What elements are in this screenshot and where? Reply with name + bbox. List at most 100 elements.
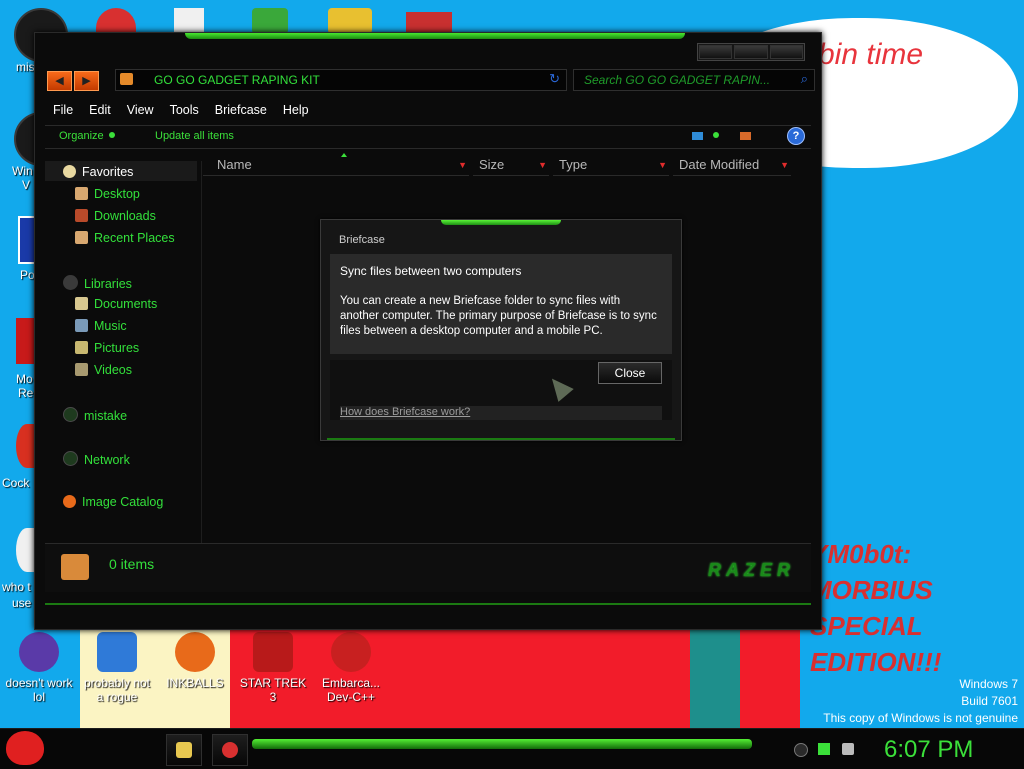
search-icon[interactable]: ⌕ [801,71,808,87]
column-label: Name [217,157,252,172]
taskbar-glow [252,739,752,749]
dialog-bottom-accent [327,438,675,440]
search-box[interactable]: Search GO GO GADGET RAPIN... ⌕ [573,69,815,91]
preview-pane-icon[interactable] [740,132,751,140]
column-date-modified[interactable]: Date Modified ▼ [673,157,791,176]
star-icon [63,165,76,178]
change-view-icon[interactable] [692,132,703,140]
nav-downloads[interactable]: Downloads [75,209,156,223]
menu-briefcase[interactable]: Briefcase [207,99,275,123]
image-catalog-icon [63,495,76,508]
organize-button[interactable]: Organize [59,130,115,142]
column-size[interactable]: Size ▼ [473,157,549,176]
desktop-icon-rogue[interactable]: probably not a rogue [80,632,154,704]
wallpaper-caption-line: YM0b0t: [810,539,912,569]
angry-birds-desktop-icon[interactable] [328,8,372,34]
start-button-angry-bird-icon[interactable] [6,731,44,765]
menu-edit[interactable]: Edit [81,99,119,123]
videos-icon [75,363,88,376]
column-dropdown-icon[interactable]: ▼ [658,160,667,170]
nav-label: Favorites [82,165,134,179]
desktop-icon-label: Po [20,268,35,282]
app-desktop-icon[interactable] [406,12,452,34]
nav-label: Music [94,319,127,333]
item-count: 0 items [109,556,155,572]
desktop-icon [75,187,88,200]
nav-mistake[interactable]: mistake [63,407,127,423]
update-all-button[interactable]: Update all items [155,130,234,142]
nav-desktop[interactable]: Desktop [75,187,140,201]
forward-button[interactable]: ▶ [74,71,99,91]
menu-help[interactable]: Help [275,99,317,123]
action-center-icon[interactable] [794,743,808,757]
wallpaper-caption-line: SPECIAL [810,611,923,641]
clock[interactable]: 6:07 PM [884,736,973,764]
organize-label: Organize [59,130,104,142]
column-headers: Name ▼ Size ▼ Type ▼ Date Modified ▼ [203,155,791,176]
help-icon[interactable]: ? [787,127,805,145]
solitaire-desktop-icon[interactable] [174,8,204,34]
nav-label: Pictures [94,341,140,355]
explorer-icon [176,742,192,758]
dev-cpp-icon [331,632,371,672]
maximize-button[interactable] [734,45,768,59]
window-top-accent [185,33,685,39]
back-button[interactable]: ◀ [47,71,72,91]
shield-desktop-icon[interactable] [252,8,288,34]
nav-libraries[interactable]: Libraries [63,275,132,291]
desktop-icon-devcpp[interactable]: Embarca... Dev-C++ [314,632,388,704]
network-icon [63,451,78,466]
menu-tools[interactable]: Tools [162,99,207,123]
window-controls [697,43,805,61]
menu-view[interactable]: View [119,99,162,123]
view-options-icon[interactable] [713,132,719,138]
close-window-button[interactable] [769,45,803,59]
taskbar-chrome-button[interactable] [212,734,248,766]
refresh-icon[interactable]: ↻ [549,71,560,87]
close-button[interactable]: Close [598,362,662,384]
column-dropdown-icon[interactable]: ▼ [780,160,789,170]
nav-label: Network [84,453,130,467]
desktop-icon-yahoo[interactable]: doesn't work lol [2,632,76,704]
briefcase-folder-icon [61,554,89,580]
nav-pictures[interactable]: Pictures [75,341,139,355]
network-tray-icon[interactable] [818,743,830,755]
homegroup-icon [63,407,78,422]
search-placeholder: Search GO GO GADGET RAPIN... [584,73,771,87]
help-link[interactable]: How does Briefcase work? [340,406,662,420]
desktop-icon-inkballs[interactable]: INKBALLS [158,632,232,690]
settings-gears-icon [97,632,137,672]
nav-videos[interactable]: Videos [75,363,132,377]
nav-network[interactable]: Network [63,451,130,467]
desktop-icon-label: doesn't work lol [5,676,73,704]
menu-file[interactable]: File [45,99,81,123]
column-name[interactable]: Name ▼ [203,157,469,176]
taskbar-explorer-button[interactable] [166,734,202,766]
nav-recent-places[interactable]: Recent Places [75,231,175,245]
column-dropdown-icon[interactable]: ▼ [538,160,547,170]
desktop-icon-label: probably not a rogue [83,676,151,704]
desktop-icon-label: V [22,178,31,192]
nav-favorites[interactable]: Favorites [63,165,133,179]
star-wars-icon [253,632,293,672]
volume-icon[interactable] [842,743,854,755]
minimize-button[interactable] [699,45,733,59]
nav-documents[interactable]: Documents [75,297,157,311]
desktop-icon-startrek[interactable]: STAR TREK 3 [236,632,310,704]
nav-label: Documents [94,297,158,311]
windows-build: Build 7601 [961,694,1018,708]
wallpaper-caption-line: EDITION!!! [810,647,942,677]
nav-image-catalog[interactable]: Image Catalog [63,495,163,509]
desktop-icon-label: Win [12,164,33,178]
column-dropdown-icon[interactable]: ▼ [458,160,467,170]
window-bottom-accent [45,603,811,605]
recent-places-icon [75,231,88,244]
dropdown-dot-icon [108,132,115,138]
chrome-desktop-icon[interactable] [96,8,136,34]
address-bar[interactable]: GO GO GADGET RAPING KIT ↻ [115,69,567,91]
nav-music[interactable]: Music [75,319,127,333]
folder-icon [120,73,133,85]
desktop-icon-label: INKBALLS [166,676,224,690]
column-type[interactable]: Type ▼ [553,157,669,176]
navigation-pane: Favorites Desktop Downloads Recent Place… [45,161,202,543]
